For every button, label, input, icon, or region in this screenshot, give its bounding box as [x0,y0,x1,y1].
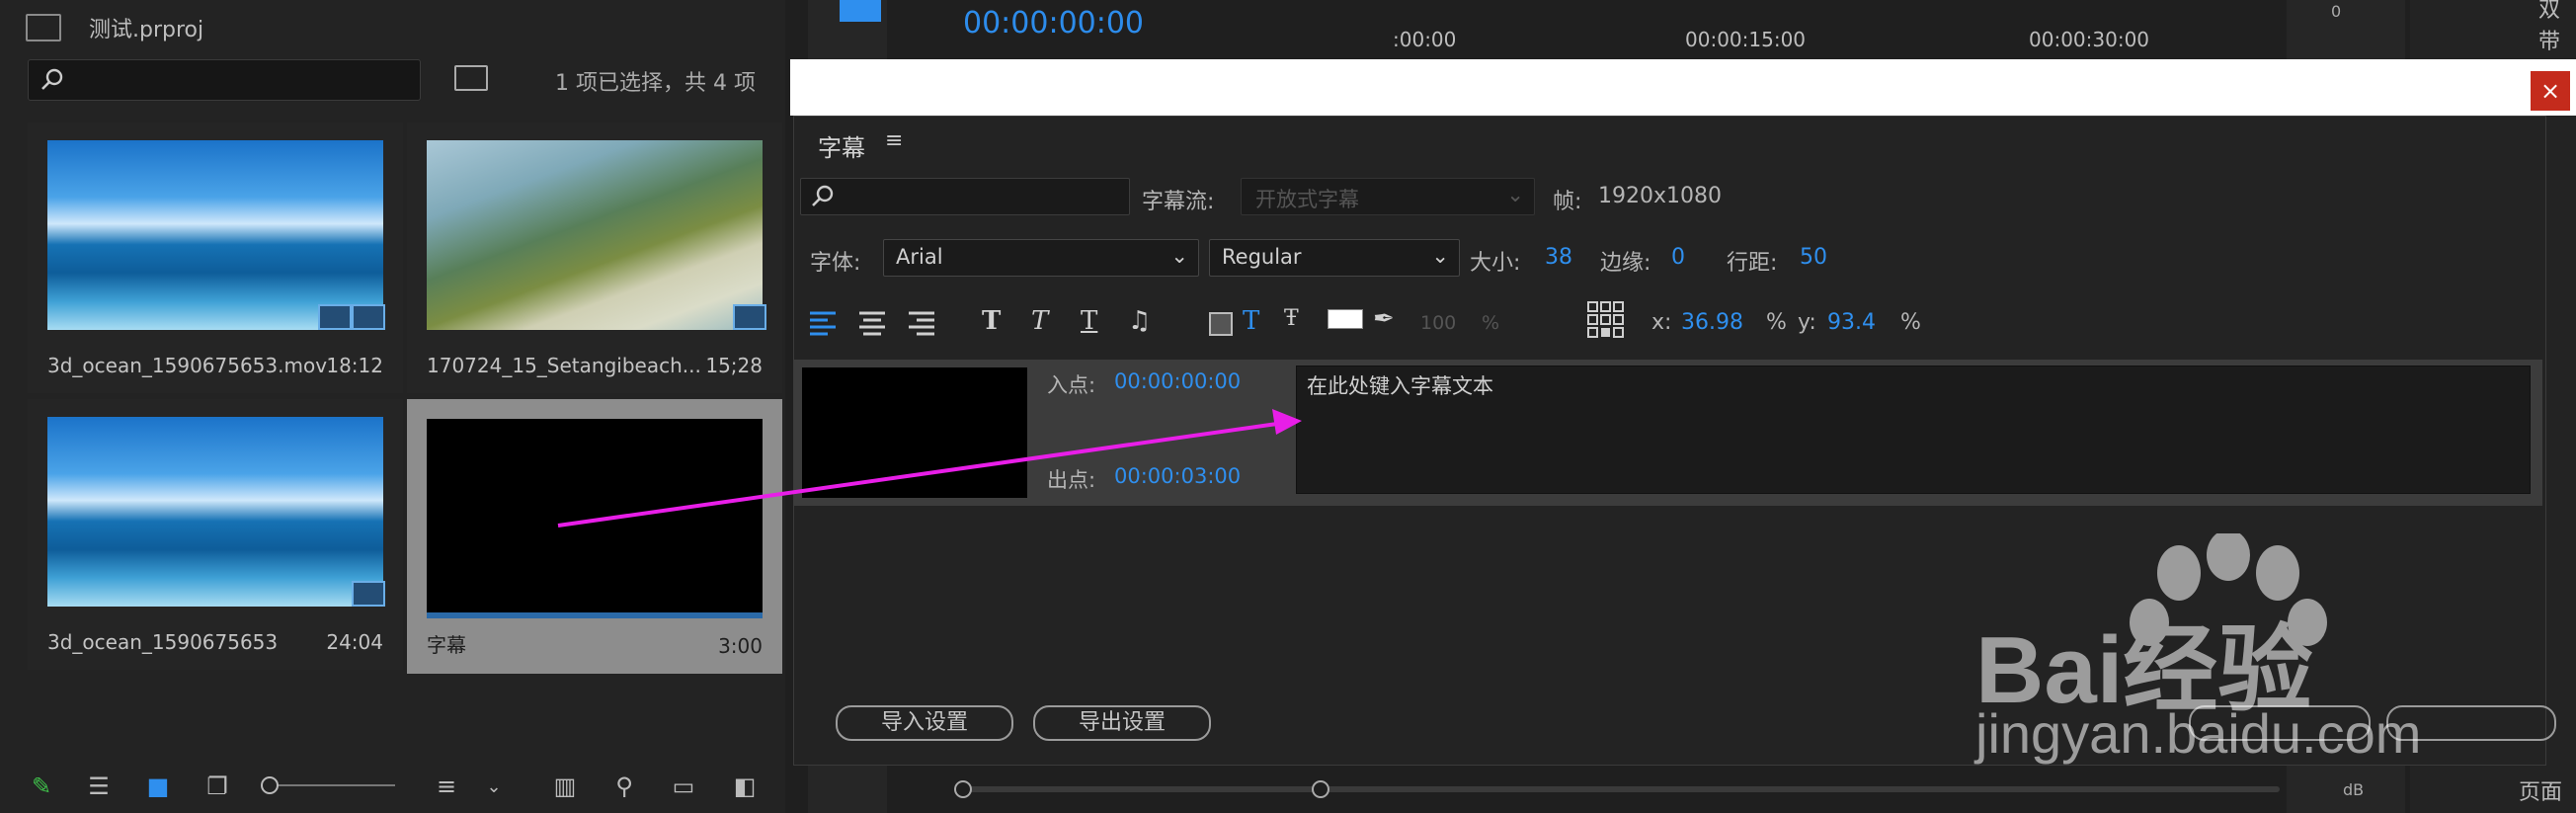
watermark-url: jingyan.baidu.com [1975,702,2422,765]
watermark: Bai经验 jingyan.baidu.com [1975,533,2489,765]
